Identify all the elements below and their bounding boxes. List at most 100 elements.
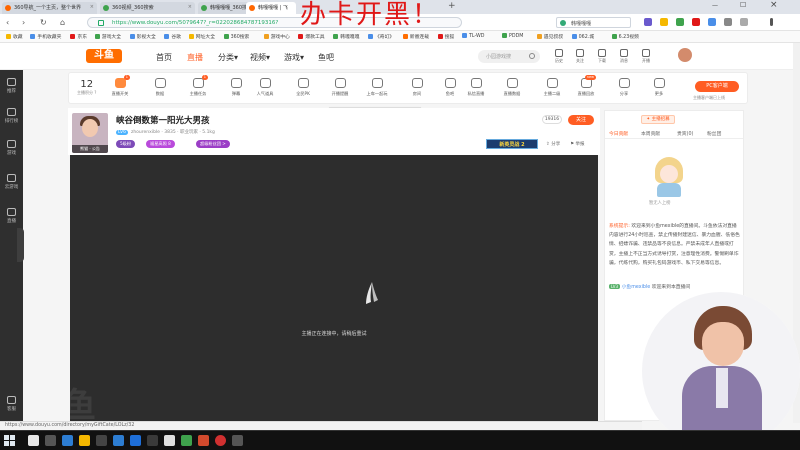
browser-search-input[interactable]: 韩嘎嘎嘎 (556, 17, 631, 28)
sidebar-item-cloud-games[interactable]: 云游戏 (0, 174, 23, 190)
bookmark-item[interactable]: 游戏大全 (94, 33, 121, 40)
nav-home[interactable]: 首页 (156, 52, 172, 63)
download-icon[interactable] (724, 18, 732, 26)
video-player[interactable]: 主播正在连接中，请稍后重试 (70, 155, 598, 421)
bookmark-item[interactable]: 新番连载 (402, 33, 429, 40)
browser-tab-active[interactable]: 韩嘎嘎嘎 | 飞 (246, 2, 296, 14)
extension-icon[interactable] (692, 18, 700, 26)
taskbar-app-icon[interactable] (113, 435, 124, 446)
taskbar-app-icon[interactable] (130, 435, 141, 446)
chat-username[interactable]: 小鱼mexible (622, 285, 651, 290)
toolbar-item[interactable]: 直播数据 (497, 78, 527, 97)
luck-badge[interactable]: 福星高照 8 (146, 140, 175, 148)
toolbar-item[interactable]: 数据 (145, 78, 175, 97)
bookmark-item[interactable]: 谷歌 (164, 33, 181, 40)
toolbar-item[interactable]: 开播提醒 (325, 78, 355, 97)
taskbar-app-icon[interactable] (198, 435, 209, 446)
toolbar-item[interactable]: 人气道具 (250, 78, 280, 97)
toolbar-item[interactable]: 弹幕 (221, 78, 251, 97)
bookmark-item[interactable]: 搜狐 (437, 33, 454, 40)
nav-yuba[interactable]: 鱼吧 (318, 52, 334, 63)
forward-button[interactable]: › (22, 18, 25, 27)
nav-video[interactable]: 视频▾ (250, 52, 270, 63)
bookmark-item[interactable]: 收藏 (6, 33, 23, 40)
start-broadcast-button[interactable]: 开播 (640, 49, 652, 64)
game-event-badge[interactable]: 新英灵战 2 (486, 139, 538, 149)
fan-badge[interactable]: 5级粉 (116, 140, 136, 148)
bookmark-item[interactable]: PDDM (502, 33, 523, 39)
nav-games[interactable]: 游戏▾ (284, 52, 304, 63)
tab-week[interactable]: 本周贡献 (641, 130, 660, 137)
refresh-icon[interactable]: ↻ (40, 18, 47, 27)
taskbar-app-icon[interactable] (215, 435, 226, 446)
toolbar-item[interactable]: new 直播回放 (571, 75, 601, 97)
bookmark-item[interactable]: 062.城 (571, 33, 594, 40)
close-tab-icon[interactable]: × (90, 4, 94, 10)
menu-icon[interactable] (770, 18, 773, 26)
anchor-recruit-button[interactable]: ✦ 主播招募 (641, 115, 675, 124)
sidebar-collapse-handle[interactable] (17, 228, 24, 262)
super-fan-badge[interactable]: 超级粉丝团 > (196, 140, 230, 148)
back-button[interactable]: ‹ (6, 18, 9, 27)
taskbar-app-icon[interactable] (45, 435, 56, 446)
browser-tab[interactable]: 360导航_一个主页，整个世界 × (2, 2, 97, 14)
taskbar-app-icon[interactable] (164, 435, 175, 446)
close-tab-icon[interactable]: × (188, 4, 192, 10)
follow-button[interactable]: 关注 (568, 115, 594, 125)
messages-button[interactable]: 消息 (618, 49, 630, 64)
tab-vip[interactable]: 贵宾(0) (677, 130, 693, 137)
extension-icon[interactable] (708, 18, 716, 26)
toolbar-item[interactable]: 1 主播任务 (183, 75, 213, 97)
history-button[interactable]: 历史 (553, 49, 565, 64)
download-button[interactable]: 下载 (596, 49, 608, 64)
bookmark-item[interactable]: 手机收藏夹 (30, 33, 61, 40)
share-button[interactable]: ⇪ 分享 (546, 141, 560, 147)
user-avatar[interactable] (678, 48, 692, 62)
bookmark-item[interactable]: 6.23视频 (611, 33, 639, 40)
streamer-avatar[interactable]: 熊猫 · 公告 (72, 113, 108, 153)
pc-client-button[interactable]: PC客户端 (695, 81, 739, 92)
sidebar-item-recommend[interactable]: 推荐 (0, 78, 23, 94)
extension-icon[interactable] (644, 18, 652, 26)
taskbar-app-icon[interactable] (181, 435, 192, 446)
toolbar-item[interactable]: 全民PK (288, 78, 318, 97)
taskbar-app-icon[interactable] (79, 435, 90, 446)
bookmark-item[interactable]: 网址大全 (188, 33, 215, 40)
taskbar-app-icon[interactable] (96, 435, 107, 446)
taskbar-app-icon[interactable] (62, 435, 73, 446)
bookmark-item[interactable]: 360搜索 (223, 33, 249, 40)
extension-icon[interactable] (676, 18, 684, 26)
bookmark-item[interactable]: 《奇幻》 (368, 33, 394, 40)
bookmark-item[interactable]: 韩嘎嘎嘎 (333, 33, 359, 40)
taskbar-app-icon[interactable] (147, 435, 158, 446)
nav-live[interactable]: 直播 (187, 52, 203, 63)
bookmark-item[interactable]: 爆款工具 (298, 33, 325, 40)
bookmark-item[interactable]: 遇见叔叔 (536, 33, 563, 40)
tab-fanclub[interactable]: 粉丝团 (707, 130, 721, 137)
streamer-points[interactable]: 12 主播积分 ? (77, 79, 96, 96)
bookmark-item[interactable]: 游戏中心 (263, 33, 290, 40)
undo-icon[interactable] (740, 18, 748, 26)
close-window-button[interactable]: × (770, 0, 778, 10)
site-search-input[interactable]: 小园游戏搜 (478, 50, 540, 63)
toolbar-item[interactable]: 分享 (609, 78, 639, 97)
nav-category[interactable]: 分类▾ (218, 52, 238, 63)
toolbar-item[interactable]: 房间 (402, 78, 432, 97)
home-icon[interactable]: ⌂ (60, 18, 65, 27)
bookmark-item[interactable]: 京东 (70, 33, 87, 40)
sidebar-item-games[interactable]: 游戏 (0, 140, 23, 156)
tab-today[interactable]: 今日贡献 (609, 130, 628, 137)
maximize-button[interactable]: ☐ (740, 1, 746, 9)
toolbar-item[interactable]: 更多 (644, 78, 674, 97)
taskbar-app-icon[interactable] (28, 435, 39, 446)
toolbar-item[interactable]: 1 直播开关 (105, 75, 135, 97)
bookmark-item[interactable]: TL-WD (462, 33, 485, 39)
douyu-logo[interactable]: 斗鱼 (86, 49, 122, 63)
sidebar-item-live[interactable]: 直播 (0, 208, 23, 224)
taskbar-app-icon[interactable] (232, 435, 243, 446)
windows-start-icon[interactable] (4, 435, 15, 446)
sidebar-item-ranking[interactable]: 排行榜 (0, 108, 23, 124)
browser-tab[interactable]: 360视频_360搜索 × (100, 2, 195, 14)
sidebar-item-service[interactable]: 客服 (0, 396, 23, 412)
follow-list-button[interactable]: 关注 (574, 49, 586, 64)
